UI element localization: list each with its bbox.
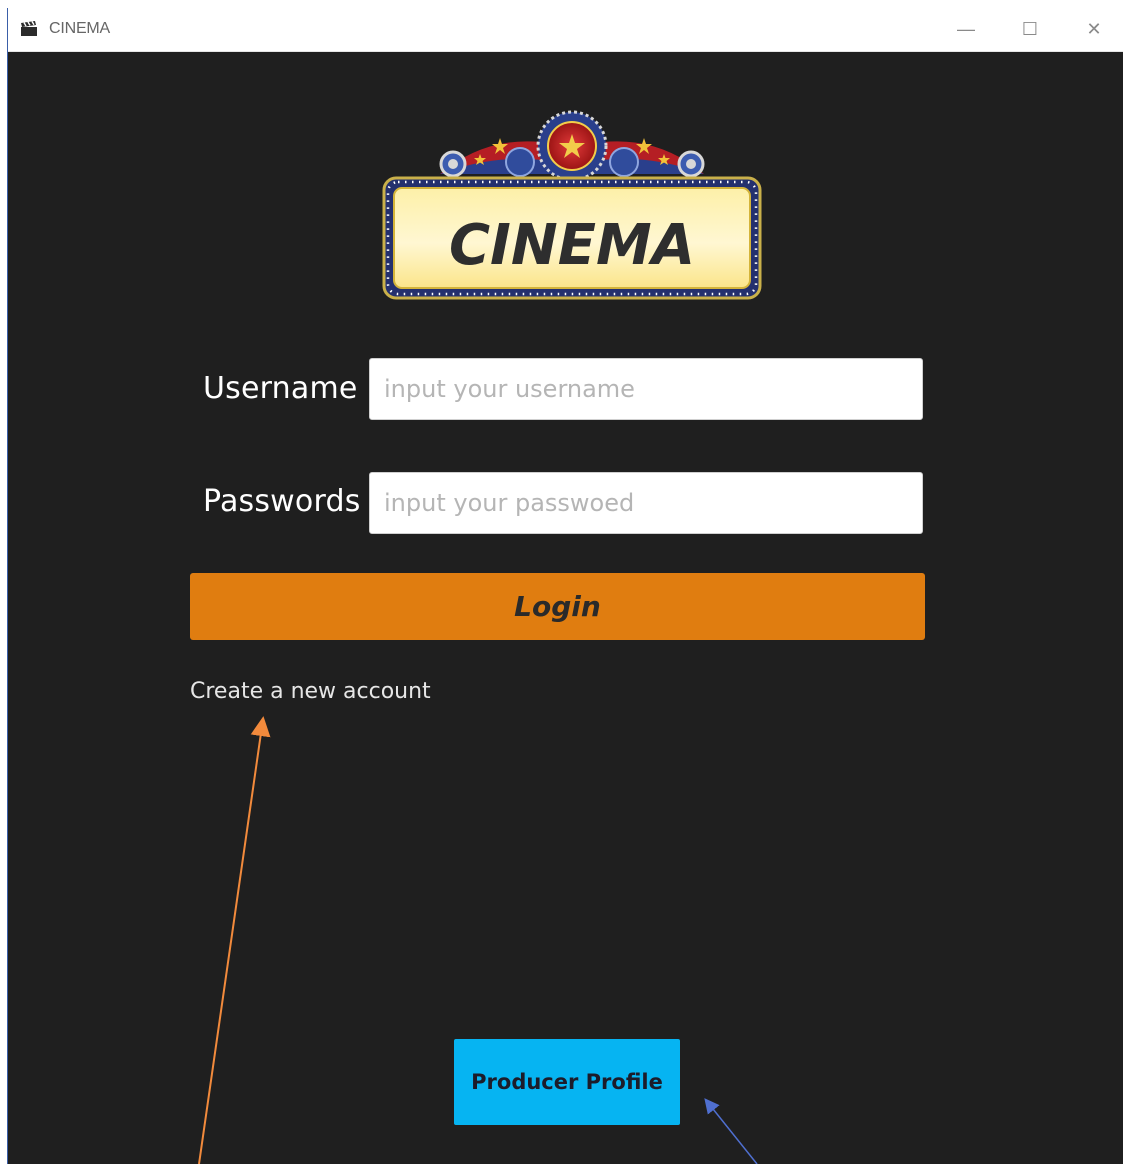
minimize-button[interactable]: — — [938, 8, 994, 51]
logo-text: CINEMA — [449, 213, 695, 278]
password-label: Passwords : — [203, 484, 381, 519]
login-button[interactable]: Login — [190, 573, 925, 640]
window-title: CINEMA — [49, 20, 111, 37]
title-bar[interactable]: CINEMA — ☐ ✕ — [8, 8, 1123, 52]
username-input[interactable] — [369, 358, 923, 420]
create-account-link[interactable]: Create a new account — [190, 679, 431, 704]
minimize-icon: — — [957, 19, 975, 39]
maximize-icon: ☐ — [1021, 19, 1039, 39]
producer-profile-button[interactable]: Producer Profile — [454, 1039, 680, 1125]
username-label: Username : — [203, 371, 378, 406]
close-button[interactable]: ✕ — [1066, 8, 1122, 51]
close-icon: ✕ — [1086, 19, 1102, 39]
clapperboard-icon — [21, 21, 37, 36]
password-input[interactable] — [369, 472, 923, 534]
maximize-button[interactable]: ☐ — [1002, 8, 1058, 51]
app-window: CINEMA — ☐ ✕ CINEMA Username: input you… — [8, 8, 1123, 1164]
cinema-marquee-logo: CINEMA — [382, 110, 762, 300]
